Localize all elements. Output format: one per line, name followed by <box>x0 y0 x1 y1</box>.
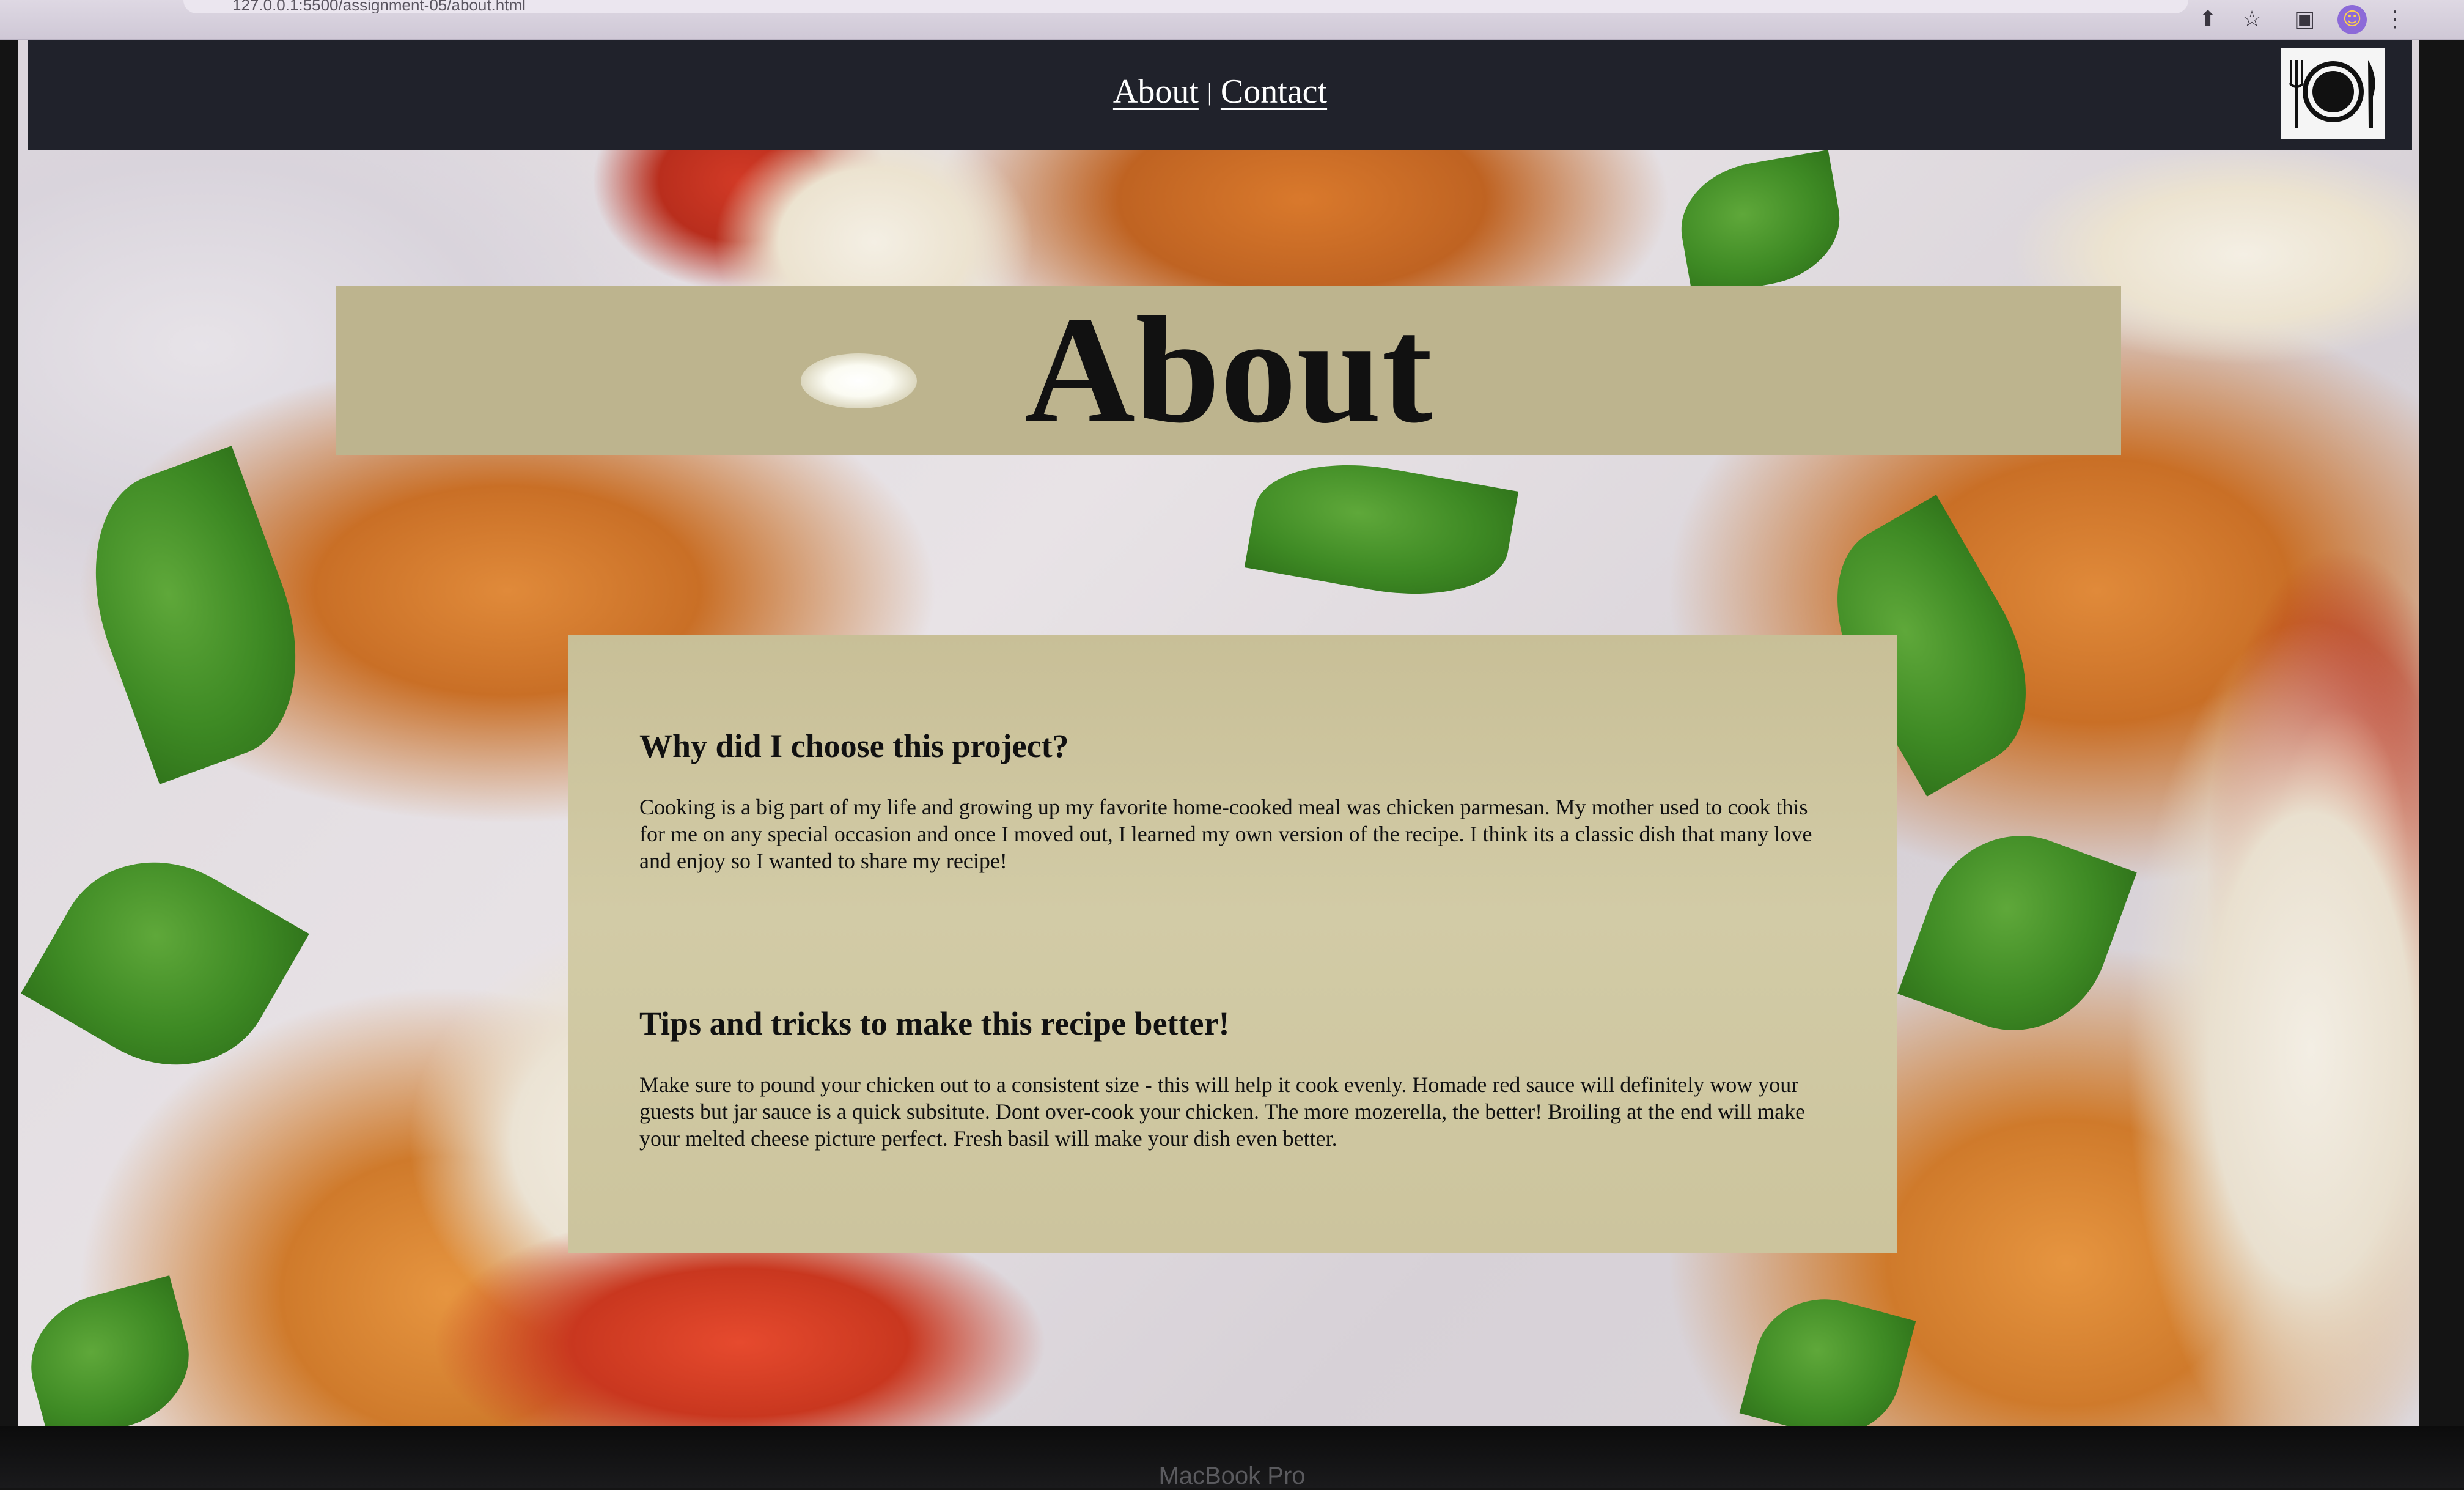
about-content-card: Why did I choose this project? Cooking i… <box>568 635 1897 1253</box>
logo-graphic <box>2289 60 2375 128</box>
bookmark-star-icon[interactable]: ☆ <box>2237 5 2267 34</box>
share-icon[interactable]: ⬆ <box>2193 5 2223 34</box>
section-heading-tips: Tips and tricks to make this recipe bett… <box>639 1005 1230 1042</box>
address-bar[interactable]: 127.0.0.1:5500/assignment-05/about.html <box>183 0 2188 13</box>
site-navbar: About | Contact <box>28 40 2412 150</box>
laptop-bezel: MacBook Pro <box>0 1426 2464 1489</box>
side-panel-icon[interactable]: ▣ <box>2290 5 2319 34</box>
more-menu-icon[interactable]: ⋮ <box>2380 5 2410 34</box>
about-heading-band: About <box>336 286 2121 455</box>
plate-fork-knife-icon[interactable] <box>2279 45 2388 142</box>
section-text-why: Cooking is a big part of my life and gro… <box>639 795 1812 873</box>
page-title: About <box>1024 286 1433 455</box>
section-heading-why: Why did I choose this project? <box>639 728 1069 764</box>
nav-about-link[interactable]: About <box>1113 73 1199 111</box>
page-viewport: About | Contact About Why did I choose thi… <box>18 40 2419 1426</box>
profile-avatar-icon[interactable]: ☺ <box>2337 5 2367 34</box>
device-label: MacBook Pro <box>1158 1462 1306 1489</box>
section-text-tips: Make sure to pound your chicken out to a… <box>639 1072 1806 1151</box>
nav-links: About | Contact <box>28 72 2412 111</box>
browser-toolbar: 127.0.0.1:5500/assignment-05/about.html … <box>0 0 2464 40</box>
nav-contact-link[interactable]: Contact <box>1221 73 1327 111</box>
nav-separator: | <box>1207 78 1212 106</box>
